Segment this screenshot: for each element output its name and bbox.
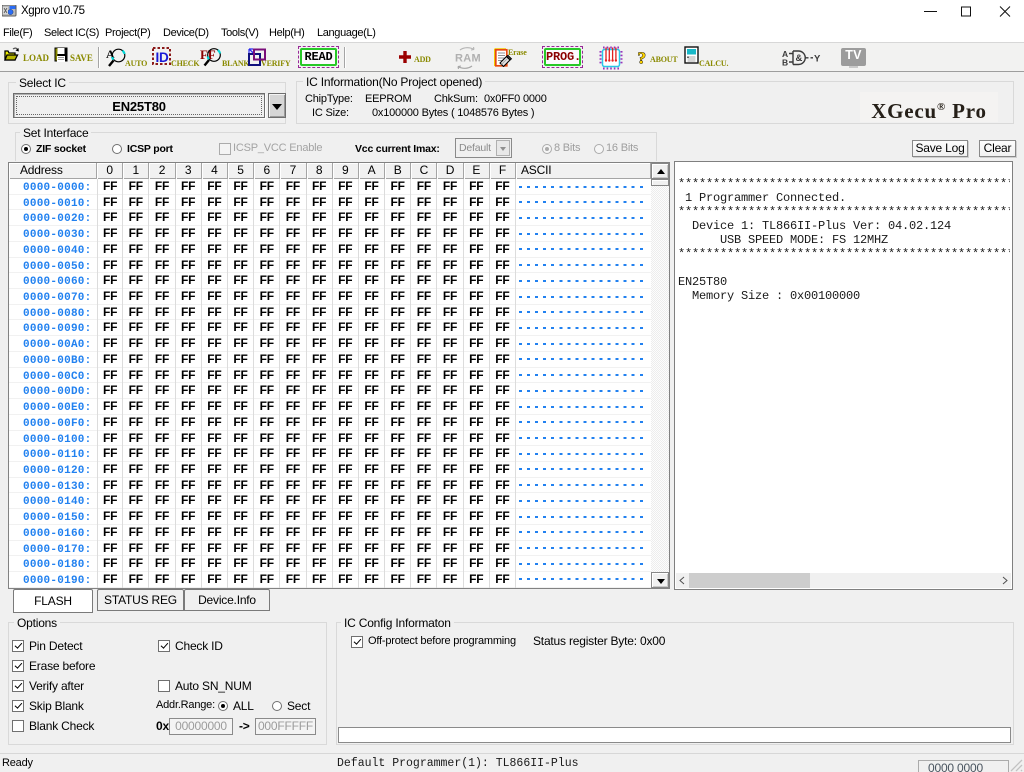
svg-text:Y: Y [814, 54, 821, 65]
svg-text:ID: ID [156, 50, 170, 65]
svg-text:&: & [796, 53, 803, 64]
svg-text:?: ? [638, 49, 646, 68]
svg-text:B: B [782, 58, 788, 68]
svg-text:RAM: RAM [455, 53, 480, 65]
